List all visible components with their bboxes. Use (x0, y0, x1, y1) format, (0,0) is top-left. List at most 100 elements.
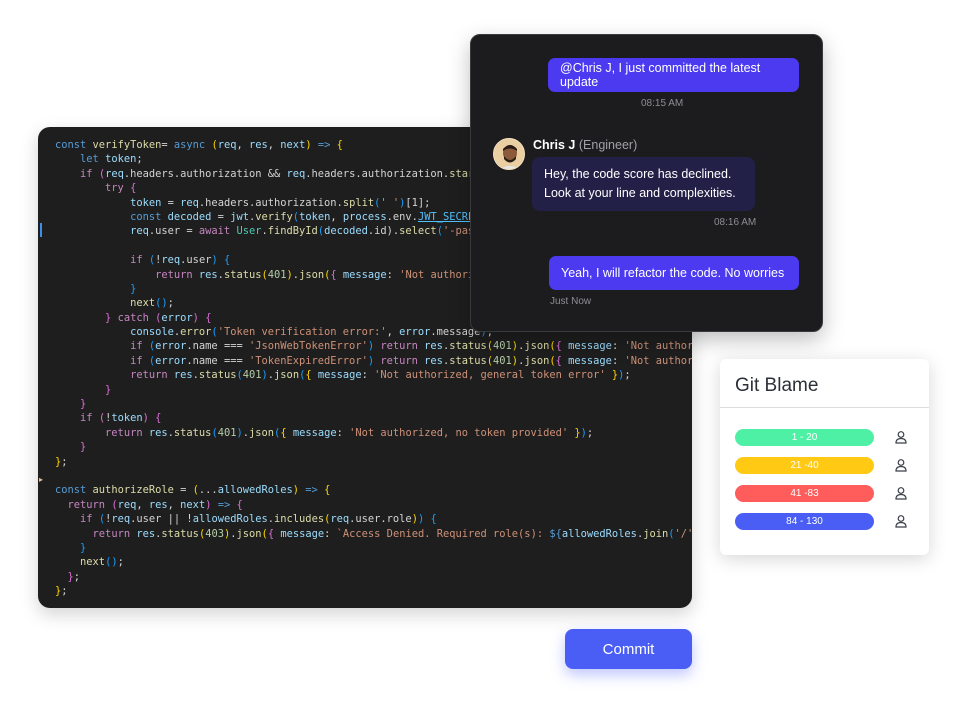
code-token: status (223, 268, 262, 281)
code-token: error (180, 326, 212, 339)
code-token: = (161, 196, 181, 209)
code-token: json (524, 354, 550, 367)
code-token: = (173, 484, 193, 497)
code-token: 401 (493, 340, 512, 353)
gutter-fold-icon[interactable]: ▸ (39, 475, 43, 484)
code-token: { (305, 369, 318, 382)
commit-button[interactable]: Commit (565, 629, 692, 669)
code-line: return res.status(401).json({ message: '… (55, 368, 692, 382)
code-token: 401 (217, 426, 237, 439)
code-token: .headers.authorization. (198, 196, 343, 209)
code-token: .user || ! (130, 513, 193, 526)
code-token: { (155, 412, 162, 425)
line-range-badge[interactable]: 41 -83 (735, 485, 874, 502)
user-icon[interactable] (894, 486, 908, 500)
message-line: Hey, the code score has declined. (544, 167, 732, 181)
sender-name-text: Chris J (533, 138, 576, 152)
code-token: { (555, 354, 569, 367)
code-line: return (req, res, next) => { (55, 498, 692, 512)
code-token: if (130, 340, 149, 353)
code-token: return (155, 268, 199, 281)
code-token: findById (267, 225, 318, 238)
code-token: : (324, 527, 337, 540)
code-token: token (105, 153, 137, 166)
user-icon[interactable] (894, 514, 908, 528)
code-token: { (205, 311, 212, 324)
user-icon[interactable] (894, 458, 908, 472)
code-token: 'Not authorized, general token error' (374, 369, 606, 382)
code-line: if (!token) { (55, 411, 692, 425)
code-token: { (324, 484, 331, 497)
message-outgoing: Yeah, I will refactor the code. No worri… (549, 256, 799, 290)
code-line: const authorizeRole = (...allowedRoles) … (55, 483, 692, 497)
code-token: verifyToken (92, 139, 162, 151)
code-token: ; (117, 556, 124, 569)
code-token: } (80, 398, 87, 411)
code-line: } (55, 383, 692, 397)
code-token: } (130, 282, 137, 295)
code-token: => (211, 498, 237, 511)
code-token: message (317, 369, 362, 382)
message-incoming: Hey, the code score has declined. Look a… (532, 157, 755, 211)
code-token: error (155, 354, 187, 367)
code-token: ... (198, 484, 218, 497)
code-token: : (336, 426, 350, 439)
code-token: decoded (167, 210, 212, 223)
chat-panel: @Chris J, I just committed the latest up… (470, 34, 823, 332)
code-token: 401 (493, 354, 512, 367)
line-range-label: 1 - 20 (791, 432, 818, 443)
message-timestamp: Just Now (550, 296, 592, 307)
line-range-label: 21 -40 (790, 460, 819, 471)
code-token: token (130, 196, 162, 209)
code-line: return res.status(401).json({ message: '… (55, 426, 692, 440)
code-token: .user = (148, 225, 199, 238)
code-token: , (267, 139, 281, 151)
code-token: req (286, 167, 306, 180)
user-icon[interactable] (894, 430, 908, 444)
code-token: res (249, 139, 268, 151)
code-token: json (274, 369, 300, 382)
code-token: req (105, 167, 124, 180)
code-token: '/' (674, 527, 693, 540)
code-token: , (386, 326, 400, 339)
message-timestamp: 08:15 AM (641, 98, 684, 109)
code-token: , (330, 210, 343, 223)
code-token: 401 (242, 369, 262, 382)
code-token: token (111, 412, 143, 425)
code-token: req (330, 513, 350, 526)
code-token: allowedRoles (217, 484, 293, 497)
code-token: res (424, 354, 443, 367)
code-line: if (error.name === 'JsonWebTokenError') … (55, 339, 692, 353)
code-token: json (236, 527, 262, 540)
code-token: status (449, 354, 487, 367)
code-token: join (643, 527, 669, 540)
code-token: ; (73, 570, 81, 583)
code-token: token (299, 210, 331, 223)
line-range-badge[interactable]: 1 - 20 (735, 429, 874, 446)
line-range-badge[interactable]: 21 -40 (735, 457, 874, 474)
code-token: 403 (205, 527, 224, 540)
code-line: next(); (55, 555, 692, 569)
line-range-badge[interactable]: 84 - 130 (735, 513, 874, 530)
code-token: } (568, 426, 581, 439)
code-token: decoded (324, 225, 368, 238)
code-token: .headers.authorization && (123, 167, 287, 180)
code-token: allowedRoles (561, 527, 637, 540)
gutter-change-marker (40, 223, 42, 237)
code-token: return (380, 340, 425, 353)
code-token: => (299, 484, 325, 497)
